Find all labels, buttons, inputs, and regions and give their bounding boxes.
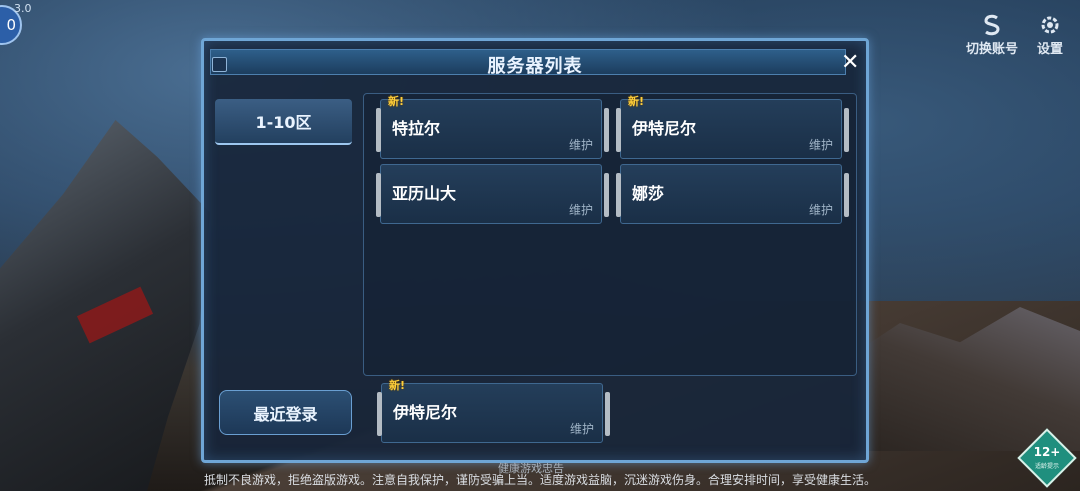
card-left-bar	[376, 173, 381, 217]
age-rating-label: 12+	[1033, 445, 1061, 459]
server-grid: 新! 特拉尔 维护 新! 伊特尼尔 维护 亚历山大 维护 娜莎 维护	[363, 93, 857, 376]
close-button[interactable]: ✕	[841, 52, 859, 74]
server-card[interactable]: 娜莎 维护	[616, 164, 849, 224]
panel-title: 服务器列表	[487, 56, 583, 77]
server-name: 伊特尼尔	[632, 119, 697, 138]
card-right-bar	[844, 173, 849, 217]
card-left-bar	[616, 108, 621, 152]
server-card[interactable]: 新! 伊特尼尔 维护	[616, 95, 849, 159]
server-name: 亚历山大	[392, 184, 457, 203]
version-label: 3.0	[14, 2, 32, 15]
server-name: 特拉尔	[392, 119, 441, 138]
recent-server-card[interactable]: 新! 伊特尼尔 维护	[377, 379, 610, 443]
close-icon: ✕	[841, 50, 860, 75]
health-notice-text: 抵制不良游戏，拒绝盗版游戏。注意自我保护，谨防受骗上当。适度游戏益脑，沉迷游戏伤…	[203, 473, 876, 487]
card-left-bar	[616, 173, 621, 217]
switch-account-label: 切换账号	[965, 42, 1018, 57]
server-status: 维护	[569, 422, 594, 436]
card-right-bar	[605, 392, 610, 436]
card-right-bar	[604, 108, 609, 152]
new-badge: 新!	[388, 95, 405, 108]
server-list-panel: 服务器列表 ✕ 1-10区 新! 特拉尔 维护 新! 伊特尼尔 维护 亚历山大 …	[201, 38, 869, 463]
switch-account-icon	[978, 12, 1006, 38]
server-status: 维护	[808, 138, 833, 152]
switch-account-button[interactable]: 切换账号	[962, 12, 1022, 57]
new-badge: 新!	[389, 379, 406, 392]
server-status: 维护	[568, 203, 593, 217]
server-status: 维护	[808, 203, 833, 217]
settings-button[interactable]: 设置	[1020, 12, 1080, 57]
age-rating-sub: 适龄提示	[1034, 463, 1059, 470]
server-status: 维护	[568, 138, 593, 152]
card-left-bar	[376, 108, 381, 152]
server-name: 娜莎	[632, 184, 665, 203]
zone-tab-1-10[interactable]: 1-10区	[215, 99, 352, 145]
server-card[interactable]: 新! 特拉尔 维护	[376, 95, 609, 159]
server-name: 伊特尼尔	[393, 403, 458, 422]
gear-icon	[1036, 12, 1064, 38]
server-card[interactable]: 亚历山大 维护	[376, 164, 609, 224]
recent-login-tab[interactable]: 最近登录	[219, 390, 352, 435]
settings-label: 设置	[1036, 42, 1063, 57]
card-right-bar	[844, 108, 849, 152]
card-left-bar	[377, 392, 382, 436]
avatar-text: 0	[6, 16, 16, 34]
new-badge: 新!	[628, 95, 645, 108]
card-right-bar	[604, 173, 609, 217]
